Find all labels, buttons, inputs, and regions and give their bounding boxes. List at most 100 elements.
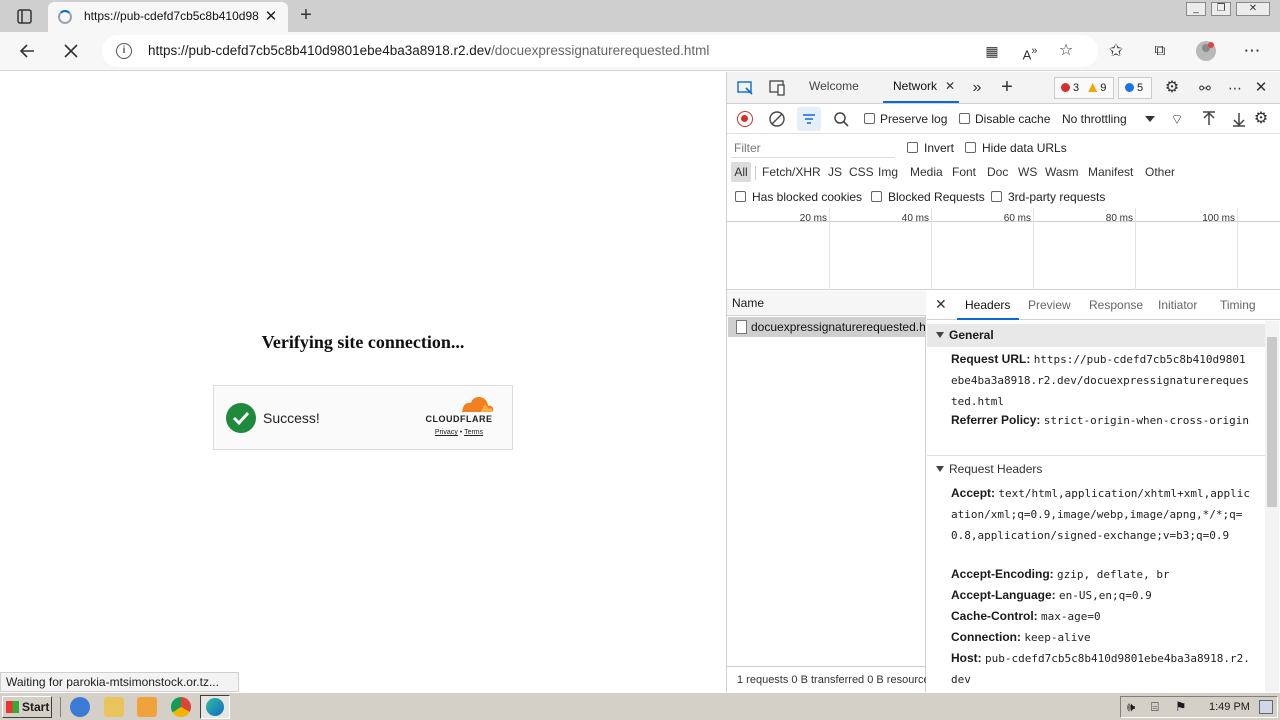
- filter-icon[interactable]: [797, 107, 821, 131]
- devtools-tab-bar: Welcome Network ✕ » + 3 9 5 ⚙ ⚯ ⋯ ✕: [727, 72, 1280, 104]
- clock[interactable]: 1:49 PM: [1209, 697, 1250, 717]
- throttling-select[interactable]: No throttling: [1062, 112, 1127, 126]
- restore-button[interactable]: ❐: [1211, 2, 1231, 16]
- search-icon[interactable]: [829, 107, 853, 131]
- chevron-down-icon[interactable]: [1145, 116, 1155, 122]
- invert-checkbox[interactable]: [907, 142, 918, 153]
- network-icon[interactable]: ⌸: [1151, 697, 1159, 717]
- tab-response[interactable]: Response: [1089, 298, 1143, 312]
- details-scrollbar[interactable]: [1265, 321, 1279, 692]
- name-column-header[interactable]: Name: [727, 291, 926, 316]
- disable-cache-checkbox[interactable]: [959, 113, 970, 124]
- blocked-requests-checkbox[interactable]: [871, 191, 882, 202]
- settings-gear-icon[interactable]: ⚙: [1160, 76, 1184, 100]
- taskbar: Start 🕪 ⌸ ⚑ 1:49 PM: [0, 692, 1280, 720]
- stop-loading-icon[interactable]: [57, 37, 85, 65]
- filter-type-font[interactable]: Font: [952, 165, 976, 179]
- back-arrow-icon[interactable]: [14, 37, 42, 65]
- profile-avatar[interactable]: [1192, 37, 1220, 65]
- warning-icon: [1088, 83, 1098, 92]
- preserve-log-checkbox[interactable]: [864, 113, 875, 124]
- filter-type-wasm[interactable]: Wasm: [1045, 165, 1079, 179]
- add-tool-icon[interactable]: +: [995, 75, 1019, 99]
- close-details-icon[interactable]: ✕: [935, 296, 947, 313]
- filter-type-img[interactable]: Img: [878, 165, 898, 179]
- issues-counter[interactable]: 3 9: [1054, 77, 1114, 99]
- tab-network[interactable]: Network: [893, 79, 937, 93]
- filter-type-all[interactable]: All: [731, 162, 751, 182]
- app-available-icon[interactable]: ▦: [978, 37, 1006, 65]
- network-settings-gear-icon[interactable]: ⚙: [1249, 107, 1273, 131]
- filter-type-other[interactable]: Other: [1145, 165, 1175, 179]
- customize-icon[interactable]: ⚯: [1193, 76, 1217, 100]
- devtools-menu-icon[interactable]: ⋯: [1223, 76, 1247, 100]
- device-emulation-icon[interactable]: [765, 76, 789, 100]
- more-tabs-icon[interactable]: »: [965, 76, 989, 100]
- privacy-link[interactable]: Privacy: [435, 429, 458, 436]
- edge-taskbar-button[interactable]: [200, 695, 230, 719]
- waterfall-overview[interactable]: 20 ms 40 ms 60 ms 80 ms 100 ms: [727, 208, 1280, 290]
- network-toolbar: Preserve log Disable cache No throttling…: [727, 104, 1280, 134]
- filter-type-fetch-xhr[interactable]: Fetch/XHR: [762, 165, 821, 179]
- header-key: Host:: [951, 651, 982, 665]
- volume-icon[interactable]: 🕪: [1127, 697, 1135, 717]
- filter-type-ws[interactable]: WS: [1018, 165, 1037, 179]
- has-blocked-cookies-checkbox[interactable]: [735, 191, 746, 202]
- import-har-icon[interactable]: [1197, 107, 1221, 131]
- read-aloud-icon[interactable]: A»: [1016, 37, 1044, 65]
- close-window-button[interactable]: ✕: [1236, 2, 1270, 16]
- new-tab-button[interactable]: +: [294, 4, 318, 28]
- chrome-icon[interactable]: [171, 697, 191, 717]
- clear-icon[interactable]: [765, 107, 789, 131]
- third-party-label: 3rd-party requests: [1008, 190, 1106, 204]
- url-text[interactable]: https://pub-cdefd7cb5c8b410d9801ebe4ba3a…: [148, 43, 709, 58]
- browser-tab[interactable]: https://pub-cdefd7cb5c8b410d98 ✕: [48, 2, 288, 32]
- filter-type-media[interactable]: Media: [910, 165, 943, 179]
- favorites-icon[interactable]: ✩: [1102, 37, 1130, 65]
- header-value: max-age=0: [1041, 610, 1101, 623]
- hide-data-urls-checkbox[interactable]: [965, 142, 976, 153]
- internet-explorer-icon[interactable]: [70, 697, 90, 717]
- request-row[interactable]: docuexpressignaturerequested.html: [728, 317, 925, 337]
- filter-input[interactable]: Filter: [731, 138, 895, 158]
- cloudflare-turnstile-widget[interactable]: Success! CLOUDFLARE Privacy • Terms: [213, 385, 513, 450]
- terms-link[interactable]: Terms: [464, 429, 483, 436]
- close-network-tab-icon[interactable]: ✕: [945, 79, 955, 93]
- minimize-button[interactable]: _: [1186, 2, 1206, 16]
- close-devtools-icon[interactable]: ✕: [1249, 76, 1273, 100]
- inspect-element-icon[interactable]: [733, 76, 757, 100]
- file-explorer-icon[interactable]: [104, 697, 124, 717]
- filter-type-css[interactable]: CSS: [849, 165, 874, 179]
- filter-type-doc[interactable]: Doc: [987, 165, 1008, 179]
- close-tab-icon[interactable]: ✕: [262, 8, 280, 26]
- action-center-icon[interactable]: ⚑: [1175, 697, 1187, 717]
- show-desktop-icon[interactable]: [1259, 700, 1273, 714]
- tab-initiator[interactable]: Initiator: [1158, 298, 1197, 312]
- add-favorite-icon[interactable]: ☆: [1052, 37, 1080, 65]
- start-button[interactable]: Start: [2, 696, 52, 718]
- filter-type-manifest[interactable]: Manifest: [1088, 165, 1133, 179]
- tab-welcome[interactable]: Welcome: [809, 79, 859, 93]
- tab-headers[interactable]: Headers: [965, 298, 1010, 312]
- more-menu-icon[interactable]: ⋯: [1238, 37, 1266, 65]
- record-icon[interactable]: [737, 111, 753, 127]
- general-section-header[interactable]: General: [927, 324, 1265, 347]
- tab-preview[interactable]: Preview: [1028, 298, 1071, 312]
- tab-timing[interactable]: Timing: [1220, 298, 1256, 312]
- tick-label: 80 ms: [1105, 213, 1133, 224]
- info-counter[interactable]: 5: [1118, 77, 1152, 99]
- tab-actions-icon[interactable]: [10, 6, 38, 28]
- site-info-icon[interactable]: i: [116, 43, 132, 59]
- collections-icon[interactable]: ⧉: [1146, 37, 1174, 65]
- success-label: Success!: [263, 410, 320, 426]
- network-summary: 1 requests 0 B transferred 0 B resources: [727, 666, 926, 692]
- divider: [60, 697, 61, 717]
- address-bar[interactable]: i https://pub-cdefd7cb5c8b410d9801ebe4ba…: [102, 35, 1098, 67]
- network-conditions-icon[interactable]: ⌔: [1165, 107, 1189, 131]
- third-party-checkbox[interactable]: [991, 191, 1002, 202]
- scrollbar-thumb[interactable]: [1267, 337, 1277, 507]
- export-har-icon[interactable]: [1227, 107, 1251, 131]
- filter-type-js[interactable]: JS: [828, 165, 842, 179]
- media-player-icon[interactable]: [137, 697, 157, 717]
- request-headers-section-header[interactable]: Request Headers: [927, 458, 1265, 481]
